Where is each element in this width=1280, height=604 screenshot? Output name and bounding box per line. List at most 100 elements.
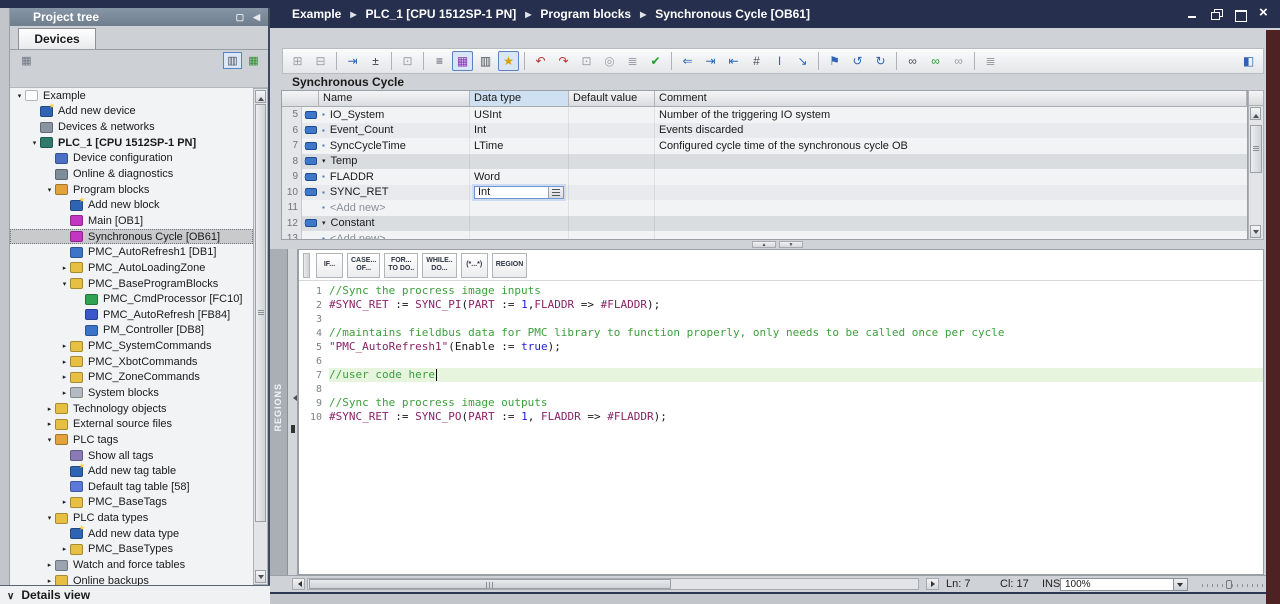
cell-data-type[interactable]: USInt xyxy=(470,107,569,123)
expander-icon[interactable]: ▾ xyxy=(44,186,55,194)
scrollbar-thumb[interactable] xyxy=(1250,125,1262,173)
section-expander-icon[interactable]: ▾ xyxy=(322,219,326,227)
interface-row-constant[interactable]: 12▾Constant xyxy=(282,216,1247,232)
cell-name[interactable]: ▪SYNC_RET xyxy=(319,185,470,201)
insert-region-icon[interactable]: ⚑ xyxy=(824,51,845,71)
restore-icon[interactable] xyxy=(1210,8,1222,20)
assignment-list-icon[interactable]: ≣ xyxy=(622,51,643,71)
cell-default-value[interactable] xyxy=(569,231,655,240)
tree-item-plc-1-cpu-1512sp-1-pn[interactable]: ▾PLC_1 [CPU 1512SP-1 PN] xyxy=(10,135,253,151)
goto-previous-error-icon[interactable]: ⇐ xyxy=(677,51,698,71)
cell-default-value[interactable] xyxy=(569,107,655,123)
cell-default-value[interactable] xyxy=(569,185,655,201)
tree-item-pmc-basetypes[interactable]: ▸PMC_BaseTypes xyxy=(10,542,253,558)
cell-data-type[interactable]: Int xyxy=(470,123,569,139)
expander-icon[interactable]: ▸ xyxy=(59,545,70,553)
expander-icon[interactable]: ▸ xyxy=(59,389,70,397)
breadcrumb-item-synchronous-cycle-ob61[interactable]: Synchronous Cycle [OB61] xyxy=(655,7,810,21)
scroll-up-icon[interactable] xyxy=(255,90,266,103)
section-expander-icon[interactable]: ▾ xyxy=(322,157,326,165)
cell-data-type[interactable]: Int xyxy=(470,185,569,201)
tree-item-default-tag-table-58[interactable]: Default tag table [58] xyxy=(10,479,253,495)
tree-item-plc-tags[interactable]: ▾PLC tags xyxy=(10,432,253,448)
tree-item-pmc-systemcommands[interactable]: ▸PMC_SystemCommands xyxy=(10,338,253,354)
table-expand-icon[interactable]: ▦ xyxy=(244,52,263,69)
slider-thumb[interactable] xyxy=(1226,580,1232,589)
tree-item-program-blocks[interactable]: ▾Program blocks xyxy=(10,182,253,198)
outdent-icon[interactable]: ⇤ xyxy=(723,51,744,71)
code-line-4[interactable]: 4//maintains fieldbus data for PMC libra… xyxy=(299,326,1263,340)
call-environment-icon[interactable]: ⊡ xyxy=(576,51,597,71)
tree-item-add-new-device[interactable]: Add new device xyxy=(10,104,253,120)
tree-item-pm-controller-db8[interactable]: PM_Controller [DB8] xyxy=(10,323,253,339)
column-view-icon[interactable]: ▥ xyxy=(223,52,242,69)
code-line-6[interactable]: 6 xyxy=(299,354,1263,368)
header-default-value[interactable]: Default value xyxy=(569,91,655,107)
header-comment[interactable]: Comment xyxy=(655,91,1247,107)
data-type-combo[interactable]: Int xyxy=(474,186,564,199)
keep-actual-values-icon[interactable]: ⇥ xyxy=(342,51,363,71)
next-position-icon[interactable]: ↻ xyxy=(870,51,891,71)
code-line-1[interactable]: 1//Sync the procress image inputs xyxy=(299,284,1263,298)
tree-item-pmc-xbotcommands[interactable]: ▸PMC_XbotCommands xyxy=(10,354,253,370)
snippet-for-to-do[interactable]: FOR...TO DO.. xyxy=(384,253,418,278)
cell-name[interactable]: ▾Constant xyxy=(319,216,470,232)
code-line-5[interactable]: 5"PMC_AutoRefresh1"(Enable := true); xyxy=(299,340,1263,354)
previous-position-icon[interactable]: ↺ xyxy=(847,51,868,71)
expander-icon[interactable]: ▸ xyxy=(44,561,55,569)
cell-default-value[interactable] xyxy=(569,138,655,154)
cell-default-value[interactable] xyxy=(569,216,655,232)
cell-name[interactable]: ▪Event_Count xyxy=(319,123,470,139)
snippet-region[interactable]: REGION xyxy=(492,253,528,278)
monitoring-on-icon[interactable]: ∞ xyxy=(925,51,946,71)
insert-network-icon[interactable]: ⊞ xyxy=(287,51,308,71)
scroll-down-icon[interactable] xyxy=(255,570,266,583)
cell-default-value[interactable] xyxy=(569,200,655,216)
splitter-collapse-down-button[interactable]: ▼ xyxy=(779,241,803,248)
cell-comment[interactable]: Events discarded xyxy=(655,124,1247,136)
expander-icon[interactable]: ▾ xyxy=(59,280,70,288)
float-panel-icon[interactable]: ▢ xyxy=(236,12,245,23)
code-line-10[interactable]: 10#SYNC_RET := SYNC_PO(PART := 1, FLADDR… xyxy=(299,410,1263,424)
tree-item-online-diagnostics[interactable]: Online & diagnostics xyxy=(10,166,253,182)
expander-icon[interactable]: ▾ xyxy=(29,139,40,147)
collapse-left-icon[interactable] xyxy=(290,395,297,401)
indent-icon[interactable]: ⇥ xyxy=(700,51,721,71)
scroll-down-icon[interactable] xyxy=(1250,225,1261,238)
snippet-while-do[interactable]: WHILE..DO... xyxy=(422,253,456,278)
tree-item-plc-data-types[interactable]: ▾PLC data types xyxy=(10,510,253,526)
cell-default-value[interactable] xyxy=(569,154,655,170)
breadcrumb-item-program-blocks[interactable]: Program blocks xyxy=(540,7,631,21)
snippet-case-of[interactable]: CASE...OF... xyxy=(347,253,380,278)
tab-devices[interactable]: Devices xyxy=(18,28,96,49)
maximize-icon[interactable] xyxy=(1234,8,1246,20)
cell-name[interactable]: ▾Temp xyxy=(319,154,470,170)
interface-row-temp[interactable]: 8▾Temp xyxy=(282,154,1247,170)
minimize-icon[interactable] xyxy=(1186,8,1198,20)
split-editor-space-icon[interactable]: ◧ xyxy=(1238,51,1259,71)
tree-item-system-blocks[interactable]: ▸System blocks xyxy=(10,385,253,401)
splitter-handle[interactable] xyxy=(291,425,295,433)
breadcrumb-item-example[interactable]: Example xyxy=(292,7,341,21)
compile-icon[interactable]: ✔ xyxy=(645,51,666,71)
tree-item-watch-and-force-tables[interactable]: ▸Watch and force tables xyxy=(10,557,253,573)
interface-row-sync-ret[interactable]: 10▪SYNC_RETInt xyxy=(282,185,1247,201)
details-collapse-icon[interactable]: ∨ xyxy=(7,591,14,602)
tree-item-synchronous-cycle-ob61[interactable]: Synchronous Cycle [OB61] xyxy=(10,229,253,245)
snippet-bar-handle[interactable] xyxy=(303,253,310,278)
cross-references-icon[interactable]: ◎ xyxy=(599,51,620,71)
expander-icon[interactable]: ▸ xyxy=(59,342,70,350)
code-line-9[interactable]: 9//Sync the procress image outputs xyxy=(299,396,1263,410)
favorites-icon[interactable]: ★ xyxy=(498,51,519,71)
cell-name[interactable]: ▪SyncCycleTime xyxy=(319,138,470,154)
cell-name[interactable]: ▪<Add new> xyxy=(319,231,470,240)
tree-item-device-configuration[interactable]: Device configuration xyxy=(10,151,253,167)
regions-sidebar[interactable]: REGIONS xyxy=(270,249,288,575)
find-replace-icon[interactable]: ∞ xyxy=(902,51,923,71)
cell-name[interactable]: ▪<Add new> xyxy=(319,200,470,216)
code-line-2[interactable]: 2#SYNC_RET := SYNC_PI(PART := 1,FLADDR =… xyxy=(299,298,1263,312)
status-expand-icon[interactable] xyxy=(926,578,939,590)
tree-item-add-new-tag-table[interactable]: Add new tag table xyxy=(10,463,253,479)
scroll-left-icon[interactable] xyxy=(292,578,305,590)
tree-item-technology-objects[interactable]: ▸Technology objects xyxy=(10,401,253,417)
